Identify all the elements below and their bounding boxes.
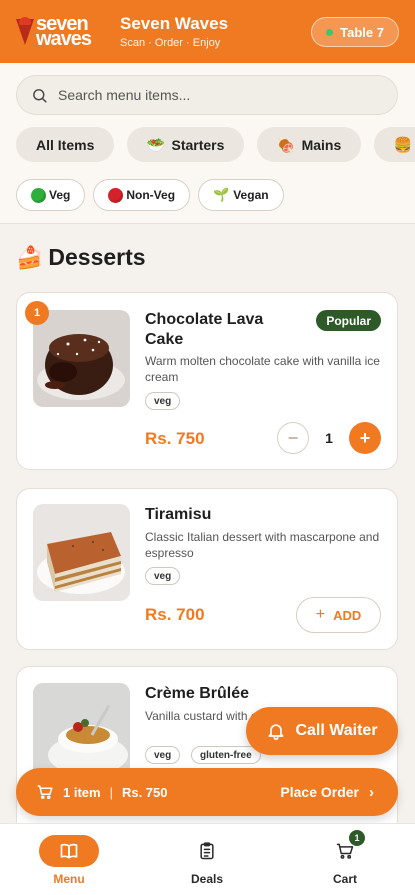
nav-item-menu[interactable]: Menu <box>9 824 129 895</box>
nav-label: Cart <box>332 872 357 886</box>
add-to-cart-button[interactable]: + ADD <box>296 597 381 633</box>
menu-item-card[interactable]: 1 Chocolate Lava Cake Popular Warm molte… <box>16 292 398 470</box>
chevron-right-icon: › <box>369 783 374 801</box>
nav-icon-container <box>177 835 237 867</box>
search-icon <box>33 88 47 103</box>
nav-icon-container <box>39 835 99 867</box>
order-separator: | <box>109 784 113 800</box>
popular-badge: Popular <box>316 310 381 331</box>
nav-label: Deals <box>190 872 224 886</box>
app-header: seven waves Seven Waves Scan · Order · E… <box>0 0 415 63</box>
table-indicator[interactable]: Table 7 <box>311 17 399 47</box>
item-name: Tiramisu <box>145 506 212 523</box>
search-input[interactable] <box>58 87 378 103</box>
increase-quantity-button[interactable]: + <box>349 422 381 454</box>
salad-icon: 🥗 <box>146 136 166 154</box>
cart-badge: 1 <box>349 830 365 846</box>
place-order-button[interactable]: Place Order › <box>280 784 374 801</box>
item-tag-veg: veg <box>145 746 181 764</box>
category-tab-mains[interactable]: 🍖 Mains <box>256 127 362 162</box>
ice-cream-logo-icon <box>16 16 34 47</box>
table-label: Table 7 <box>340 24 384 40</box>
item-price: Rs. 750 <box>145 429 205 448</box>
category-label: Mains <box>301 136 342 153</box>
item-image <box>33 310 130 407</box>
item-name-line2: Cake <box>145 331 184 348</box>
item-tag-veg: veg <box>145 392 181 410</box>
diet-filters: Veg Non-Veg 🌱 Vegan <box>16 179 292 211</box>
meat-icon: 🍖 <box>276 136 296 154</box>
item-tag-gluten-free: gluten-free <box>191 746 261 764</box>
category-tab-all[interactable]: All Items <box>16 127 115 162</box>
seedling-icon: 🌱 <box>213 187 230 202</box>
diet-label: Veg <box>49 188 71 202</box>
brand-block: Seven Waves Scan · Order · Enjoy <box>120 14 228 49</box>
burger-icon: 🍔 <box>393 136 413 154</box>
quantity-stepper: − 1 + <box>277 422 381 454</box>
item-name-line1: Chocolate Lava <box>145 311 264 328</box>
logo-text-line2: waves <box>36 27 92 50</box>
call-waiter-button[interactable]: Call Waiter <box>246 707 398 755</box>
bell-icon <box>268 724 284 741</box>
nav-item-cart[interactable]: 1 Cart <box>285 824 405 895</box>
section-title: Desserts <box>48 244 146 270</box>
cake-icon: 🍰 <box>16 244 44 270</box>
quantity-value: 1 <box>325 430 333 446</box>
item-description: Classic Italian dessert with mascarpone … <box>145 530 380 560</box>
place-order-label: Place Order <box>280 784 359 800</box>
item-name: Crème Brûlée <box>145 685 250 702</box>
call-waiter-label: Call Waiter <box>295 722 378 739</box>
category-tab-burgers[interactable]: 🍔 <box>373 127 415 162</box>
diet-filter-vegan[interactable]: 🌱 Vegan <box>198 179 284 211</box>
order-item-count: 1 item <box>63 784 101 800</box>
decrease-quantity-button[interactable]: − <box>277 422 309 454</box>
order-summary-bar[interactable]: 1 item | Rs. 750 Place Order › <box>16 768 398 816</box>
diet-label: Vegan <box>233 188 269 202</box>
add-label: ADD <box>333 607 362 623</box>
brand-name: Seven Waves <box>120 14 229 33</box>
red-dot-icon <box>108 187 124 203</box>
green-dot-icon <box>31 187 46 203</box>
item-image <box>33 504 130 601</box>
nav-label: Menu <box>53 872 85 886</box>
item-price: Rs. 700 <box>145 605 205 624</box>
status-dot-icon <box>326 28 334 36</box>
cart-count-badge: 1 <box>25 301 49 325</box>
category-label: Starters <box>171 136 225 153</box>
nav-icon-container: 1 <box>315 830 375 867</box>
item-image <box>33 683 130 780</box>
diet-filter-non-veg[interactable]: Non-Veg <box>93 179 191 211</box>
plus-icon: + <box>315 606 326 623</box>
diet-filter-veg[interactable]: Veg <box>16 179 86 211</box>
nav-item-deals[interactable]: Deals <box>147 824 267 895</box>
menu-item-card[interactable]: Tiramisu Classic Italian dessert with ma… <box>16 488 398 650</box>
section-heading: 🍰 Desserts <box>16 244 146 271</box>
bottom-navigation: Menu Deals 1 Cart <box>0 823 415 895</box>
item-name: Chocolate Lava Cake <box>145 310 263 350</box>
item-description: Warm molten chocolate cake with vanilla … <box>145 354 380 384</box>
book-icon <box>60 843 78 859</box>
search-bar[interactable] <box>16 75 398 115</box>
brand-logo: seven waves <box>16 12 108 52</box>
cart-icon <box>37 785 53 800</box>
item-tag-veg: veg <box>145 567 181 585</box>
category-label: All Items <box>36 136 95 153</box>
diet-label: Non-Veg <box>126 188 176 202</box>
clipboard-icon <box>200 842 214 860</box>
brand-tagline: Scan · Order · Enjoy <box>120 37 221 49</box>
category-tab-starters[interactable]: 🥗 Starters <box>126 127 245 162</box>
category-tabs: All Items 🥗 Starters 🍖 Mains 🍔 <box>16 127 415 163</box>
filter-panel: All Items 🥗 Starters 🍖 Mains 🍔 Veg Non-V… <box>0 63 415 224</box>
order-total: Rs. 750 <box>121 784 168 800</box>
